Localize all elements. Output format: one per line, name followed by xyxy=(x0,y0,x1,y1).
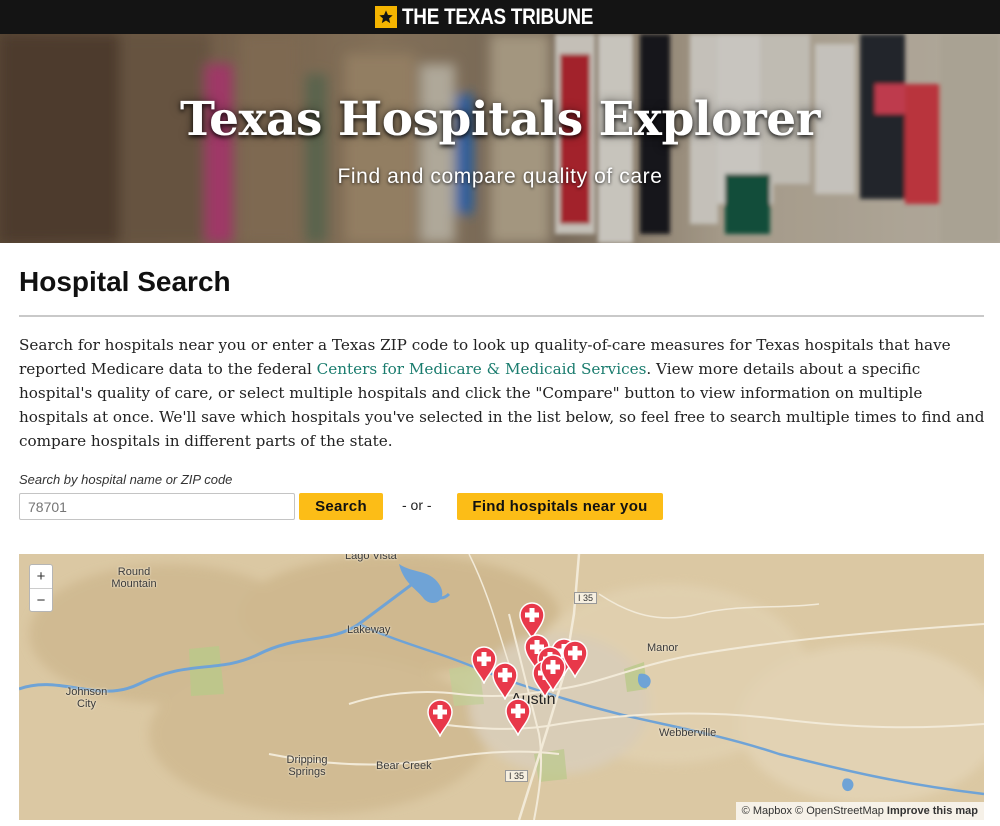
place-label: Lakeway xyxy=(347,624,391,636)
hospital-cross-marker-icon[interactable] xyxy=(427,699,453,738)
search-input[interactable] xyxy=(19,493,295,520)
page-subtitle: Find and compare quality of care xyxy=(337,165,663,188)
hero-banner: Texas Hospitals Explorer Find and compar… xyxy=(0,34,1000,243)
hospital-cross-marker-icon[interactable] xyxy=(505,698,531,737)
place-label: Webberville xyxy=(659,727,717,739)
place-label: Bear Creek xyxy=(376,760,432,772)
divider xyxy=(19,315,984,317)
place-label: Lago Vista xyxy=(345,554,397,562)
place-label: Johnson City xyxy=(65,686,108,710)
hospital-cross-marker-icon[interactable] xyxy=(492,662,518,701)
hospital-cross-marker-icon[interactable] xyxy=(540,654,566,693)
page-title: Texas Hospitals Explorer xyxy=(180,92,820,147)
place-label: Dripping Springs xyxy=(286,754,328,778)
texas-tribune-logo[interactable]: THE TEXAS TRIBUNE xyxy=(375,4,624,30)
zoom-in-button[interactable]: + xyxy=(30,565,52,588)
star-icon xyxy=(375,6,398,28)
intro-paragraph: Search for hospitals near you or enter a… xyxy=(19,333,985,453)
zoom-controls: + − xyxy=(29,564,53,612)
mapbox-attribution-link[interactable]: © Mapbox xyxy=(742,805,792,817)
find-hospitals-near-you-button[interactable]: Find hospitals near you xyxy=(457,493,663,520)
highway-shield: I 35 xyxy=(574,592,598,604)
site-header: THE TEXAS TRIBUNE xyxy=(0,0,1000,34)
zoom-out-button[interactable]: − xyxy=(30,588,52,611)
highway-shield: I 35 xyxy=(505,770,529,782)
hospital-map[interactable]: + − Lago Vista Round Mountain Lakeway Ma… xyxy=(19,554,984,820)
improve-map-link[interactable]: Improve this map xyxy=(887,805,978,817)
or-separator: - or - xyxy=(402,497,432,513)
cms-link[interactable]: Centers for Medicare & Medicaid Services xyxy=(317,360,647,378)
section-title: Hospital Search xyxy=(19,266,231,297)
search-label: Search by hospital name or ZIP code xyxy=(19,472,233,487)
map-attribution: © Mapbox © OpenStreetMap Improve this ma… xyxy=(735,802,984,820)
osm-attribution-link[interactable]: © OpenStreetMap xyxy=(795,805,884,817)
search-button[interactable]: Search xyxy=(299,493,383,520)
place-label: Round Mountain xyxy=(111,566,157,590)
logo-text: THE TEXAS TRIBUNE xyxy=(402,4,594,29)
place-label: Manor xyxy=(647,642,679,654)
